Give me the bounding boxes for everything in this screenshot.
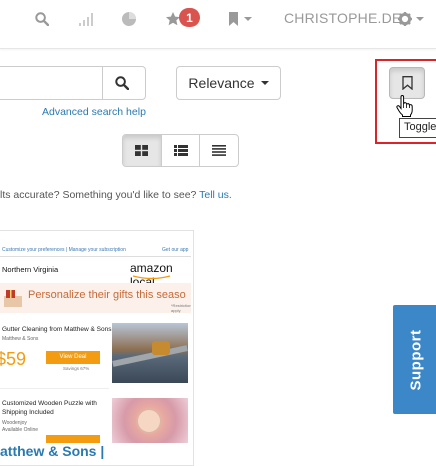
deal1-vendor: Matthew & Sons	[2, 336, 39, 342]
feedback-text: lts accurate? Something you'd like to se…	[0, 189, 197, 201]
gutter-shape	[112, 345, 188, 367]
search-divider	[102, 67, 103, 99]
search-icon	[115, 76, 130, 91]
gift-image-icon	[4, 290, 22, 307]
compact-view-button[interactable]	[199, 135, 238, 166]
tell-us-link[interactable]: Tell us.	[199, 189, 232, 201]
feedback-line: lts accurate? Something you'd like to se…	[0, 189, 232, 201]
support-tab[interactable]: Support	[393, 305, 436, 414]
leaves-shape	[152, 341, 170, 355]
deal1-savings: Savings 67%	[63, 366, 90, 371]
view-mode-group	[122, 134, 239, 167]
hand-cursor-icon	[396, 95, 413, 117]
settings-menu[interactable]	[398, 10, 426, 28]
sort-label: Relevance	[188, 75, 255, 91]
deal2-image	[112, 398, 188, 443]
top-navbar: 1 CHRISTOPHE.DE	[0, 0, 436, 49]
search-button[interactable]	[115, 76, 130, 95]
user-menu-label[interactable]: CHRISTOPHE.DE	[284, 10, 401, 26]
divider	[0, 388, 109, 389]
lines-icon	[212, 145, 227, 156]
banner-text: Personalize their gifts this seaso	[28, 289, 186, 301]
deal2-title-line2: Shipping Included	[2, 409, 54, 416]
email-preview-thumbnail: Customize your preferences | Manage your…	[0, 239, 191, 443]
search-icon[interactable]	[34, 10, 50, 28]
sort-dropdown[interactable]: Relevance	[176, 66, 281, 100]
tooltip: Toggle	[399, 118, 436, 138]
advanced-search-help-link[interactable]: Advanced search help	[42, 106, 146, 118]
notification-badge[interactable]: 1	[179, 8, 200, 27]
deal2-vendor1: Woodenjoy	[2, 420, 27, 426]
result-card[interactable]: Customize your preferences | Manage your…	[0, 230, 194, 466]
result-title-link[interactable]: atthew & Sons |	[0, 443, 104, 459]
promo-banner: Personalize their gifts this seaso *Rest…	[0, 283, 191, 313]
email-app-link: Get our app	[162, 247, 189, 253]
chevron-down-icon	[260, 81, 269, 85]
chevron-down-icon	[416, 17, 424, 21]
child-face-shape	[136, 408, 162, 434]
signal-bars-icon[interactable]	[77, 10, 95, 28]
region-label: Northern Virginia	[2, 265, 59, 274]
support-label: Support	[407, 329, 424, 390]
search-input[interactable]	[0, 66, 146, 100]
deal1-price: $59	[0, 349, 27, 369]
banner-subtext: *Restrictions apply	[171, 303, 191, 313]
email-header-links: Customize your preferences | Manage your…	[2, 247, 126, 253]
divider	[0, 256, 191, 257]
deal1-view-button: View Deal	[46, 351, 100, 364]
chevron-down-icon	[244, 17, 252, 21]
amazon-smile-icon	[132, 275, 171, 280]
deal2-title-line1: Customized Wooden Puzzle with	[2, 400, 97, 407]
bookmarks-menu[interactable]	[228, 10, 254, 28]
deal1-image	[112, 323, 188, 383]
grid-icon	[135, 145, 149, 156]
deal2-view-button	[46, 435, 100, 443]
pie-chart-icon[interactable]	[120, 10, 138, 28]
list-icon	[173, 145, 188, 156]
deal2-vendor2: Available Online	[2, 427, 39, 433]
list-view-button[interactable]	[160, 135, 200, 166]
grid-view-button[interactable]	[123, 135, 161, 166]
bookmark-outline-icon	[402, 76, 413, 90]
deal1-title: Gutter Cleaning from Matthew & Sons	[2, 326, 112, 333]
gear-icon	[398, 12, 412, 26]
bookmark-icon	[229, 12, 238, 26]
